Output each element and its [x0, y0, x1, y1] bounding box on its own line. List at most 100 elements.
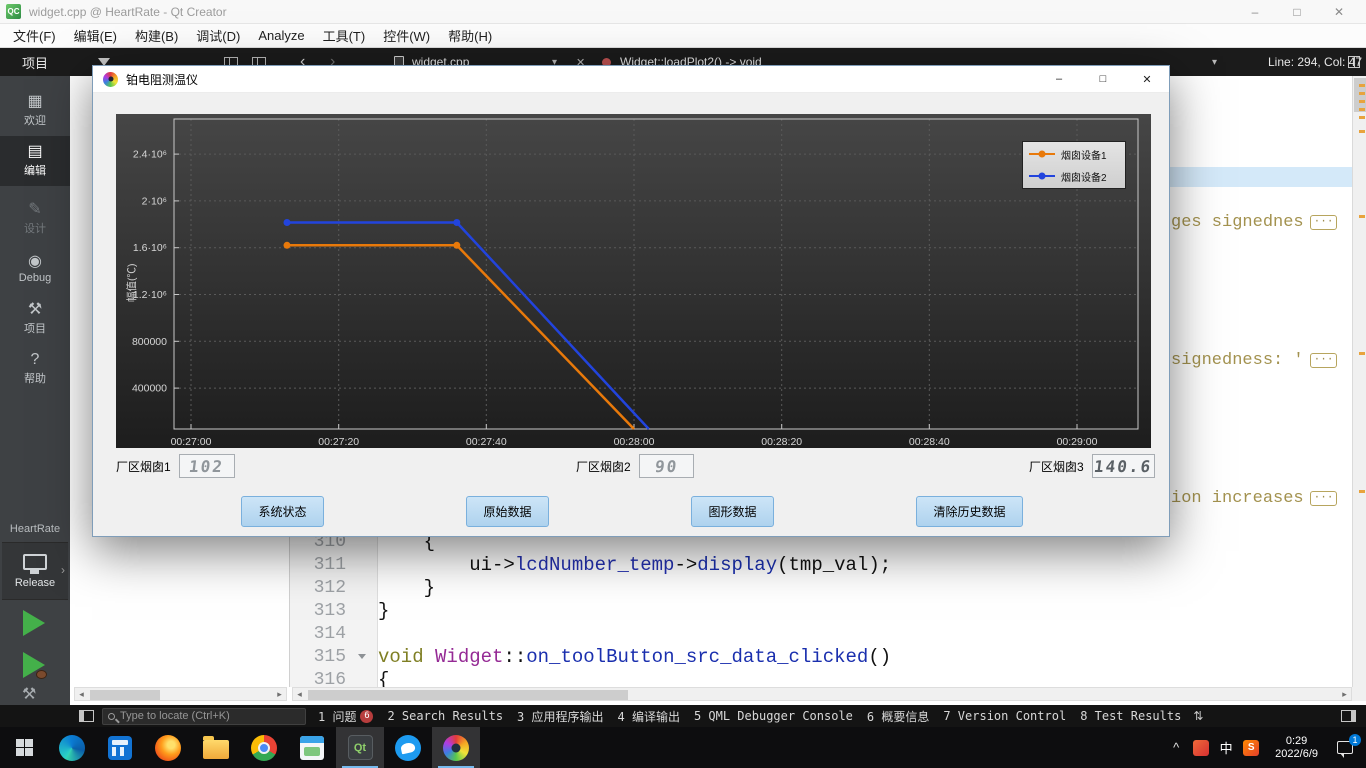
lcd-value: 102	[188, 456, 226, 476]
thermometer-app-window: 铂电阻测温仪 – □ ✕ 00:27:00 00:27:20 00:27:40 00:…	[92, 65, 1170, 537]
taskbar-clock[interactable]: 0:29 2022/6/9	[1265, 735, 1328, 761]
editor-horizontal-scrollbar[interactable]: ◂ ▸	[292, 687, 1352, 701]
code-text: ui->lcdNumber_temp->display(tmp_val);	[378, 553, 892, 576]
legend-line-sample	[1029, 172, 1055, 180]
desktop: QC widget.cpp @ HeartRate - Qt Creator –…	[0, 0, 1366, 768]
warning-mark	[1359, 84, 1365, 87]
warning-mark	[1359, 352, 1365, 355]
taskbar-file-explorer[interactable]	[192, 727, 240, 768]
taskbar-twitter[interactable]	[384, 727, 432, 768]
line-number: 311	[313, 554, 346, 575]
mode-编辑[interactable]: ▤ 编辑	[0, 136, 70, 186]
navigator-horizontal-scrollbar[interactable]: ◂ ▸	[74, 687, 287, 701]
mode-Debug[interactable]: ◉ Debug	[0, 244, 70, 294]
legend-dot-icon	[1038, 150, 1046, 158]
lcd-value: 140.6	[1092, 456, 1154, 476]
menu-item-7[interactable]: 帮助(H)	[439, 24, 501, 47]
editor-vertical-scrollbar[interactable]	[1352, 76, 1366, 687]
menu-item-4[interactable]: Analyze	[249, 24, 313, 47]
taskbar-chrome[interactable]	[240, 727, 288, 768]
taskbar-paint[interactable]	[288, 727, 336, 768]
code-line: 315 void Widget::on_toolButton_src_data_c…	[290, 645, 1352, 668]
scroll-right-icon[interactable]: ▸	[1338, 689, 1351, 700]
line-number: 313	[313, 600, 346, 621]
clear-history-button[interactable]: 清除历史数据	[916, 496, 1023, 527]
qtc-maximize-button[interactable]: □	[1276, 0, 1318, 24]
debug-bug-icon	[36, 670, 47, 679]
temperature-chart: 00:27:00 00:27:20 00:27:40 00:28:00 00:28:20…	[116, 114, 1151, 448]
scroll-left-icon[interactable]: ◂	[293, 689, 306, 700]
graph-data-button[interactable]: 图形数据	[691, 496, 774, 527]
menu-item-5[interactable]: 工具(T)	[314, 24, 375, 47]
qtc-close-button[interactable]: ✕	[1318, 0, 1360, 24]
output-pane-7[interactable]: 7 Version Control	[943, 709, 1066, 723]
mode-欢迎[interactable]: ▦ 欢迎	[0, 86, 70, 136]
inline-annotation: ges signednes ···	[1171, 213, 1338, 232]
app-maximize-button[interactable]: □	[1081, 66, 1125, 93]
pane-updown-icon[interactable]: ⇅	[1193, 709, 1203, 723]
taskbar-calculator[interactable]	[96, 727, 144, 768]
symbol-dropdown-caret-icon[interactable]: ▾	[1212, 48, 1217, 76]
locator-input[interactable]	[120, 710, 300, 722]
monitor-icon	[23, 553, 47, 574]
output-pane-2[interactable]: 2 Search Results	[387, 709, 503, 723]
raw-data-button[interactable]: 原始数据	[466, 496, 549, 527]
taskbar-thermometer-app[interactable]	[432, 727, 480, 768]
scroll-right-icon[interactable]: ▸	[273, 689, 286, 700]
taskbar-edge[interactable]	[48, 727, 96, 768]
output-pane-3[interactable]: 3 应用程序输出	[517, 708, 603, 725]
locator-field[interactable]	[102, 707, 306, 725]
app-titlebar[interactable]: 铂电阻测温仪 – □ ✕	[93, 66, 1169, 93]
output-pane-5[interactable]: 5 QML Debugger Console	[694, 709, 853, 723]
lcd-group-1: 厂区烟囱1 102	[116, 454, 235, 478]
output-pane-4[interactable]: 4 编译输出	[618, 708, 680, 725]
taskbar-firefox[interactable]	[144, 727, 192, 768]
edge-icon	[59, 734, 85, 761]
menu-item-6[interactable]: 控件(W)	[374, 24, 439, 47]
hidden-icons-chevron[interactable]: ^	[1165, 740, 1187, 755]
kit-selector[interactable]: Release ›	[2, 542, 68, 600]
menu-item-3[interactable]: 调试(D)	[187, 24, 249, 47]
mode-帮助[interactable]: ? 帮助	[0, 344, 70, 394]
output-pane-toggle-icon[interactable]	[1341, 710, 1356, 722]
action-center-button[interactable]: 1	[1328, 727, 1362, 768]
fold-marker[interactable]	[352, 654, 372, 659]
tray-app-icon[interactable]	[1193, 739, 1210, 756]
qtc-minimize-button[interactable]: –	[1234, 0, 1276, 24]
mode-label: 编辑	[24, 165, 46, 177]
code-text: }	[378, 576, 436, 599]
sidebar-toggle-icon[interactable]	[79, 710, 94, 722]
menu-bar: 文件(F) 编辑(E) 构建(B) 调试(D) Analyze 工具(T) 控件(W) 帮助(…	[0, 24, 1366, 48]
welcome-mode-icon: ▦	[27, 93, 43, 110]
mode-设计[interactable]: ✎ 设计	[0, 194, 70, 244]
output-pane-8[interactable]: 8 Test Results	[1080, 709, 1181, 723]
app-minimize-button[interactable]: –	[1037, 66, 1081, 93]
scrollbar-thumb[interactable]	[90, 690, 160, 700]
build-hammer-icon[interactable]: ⚒	[22, 684, 36, 704]
fold-arrow-icon	[358, 654, 366, 659]
run-button[interactable]	[23, 610, 45, 636]
warning-mark	[1359, 116, 1365, 119]
ime-indicator[interactable]: 中	[1215, 738, 1237, 757]
sogou-ime-icon[interactable]: S	[1243, 739, 1260, 756]
app-close-button[interactable]: ✕	[1125, 66, 1169, 93]
taskbar-qt-creator[interactable]: Qt	[336, 727, 384, 768]
menu-item-2[interactable]: 构建(B)	[126, 24, 187, 47]
menu-item-0[interactable]: 文件(F)	[4, 24, 65, 47]
system-status-button[interactable]: 系统状态	[241, 496, 324, 527]
split-editor-icon[interactable]	[1348, 48, 1360, 76]
app-logo-icon	[103, 71, 118, 87]
code-line: 314	[290, 622, 1352, 645]
scroll-left-icon[interactable]: ◂	[75, 689, 88, 700]
svg-text:2·10⁶: 2·10⁶	[142, 195, 167, 207]
scrollbar-thumb[interactable]	[308, 690, 628, 700]
menu-item-1[interactable]: 编辑(E)	[65, 24, 126, 47]
line-number: 314	[313, 623, 346, 644]
line-number: 312	[313, 577, 346, 598]
mode-项目[interactable]: ⚒ 项目	[0, 294, 70, 344]
svg-text:00:28:20: 00:28:20	[761, 436, 802, 448]
output-pane-6[interactable]: 6 概要信息	[867, 708, 929, 725]
clock-date: 2022/6/9	[1275, 747, 1318, 760]
start-button[interactable]	[0, 727, 48, 768]
output-pane-1[interactable]: 1 问题 6	[318, 708, 374, 725]
